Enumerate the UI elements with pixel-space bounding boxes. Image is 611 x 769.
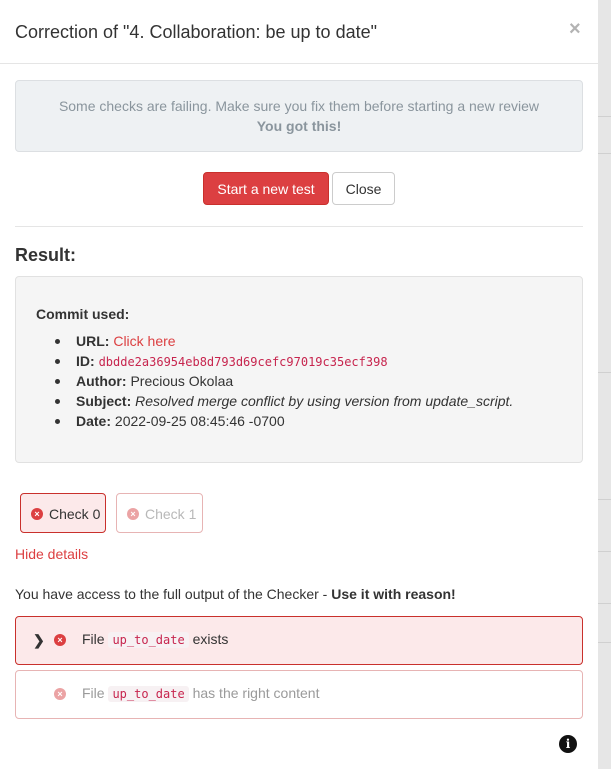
divider (15, 226, 583, 227)
commit-info-panel: Commit used: URL: Click here ID: dbdde2a… (15, 276, 583, 463)
commit-id: ID: dbdde2a36954eb8d793d69cefc97019c35ec… (53, 351, 513, 371)
result-suffix: exists (192, 631, 229, 647)
commit-url-link[interactable]: Click here (113, 333, 175, 349)
correction-modal: Correction of "4. Collaboration: be up t… (0, 0, 598, 769)
modal-title: Correction of "4. Collaboration: be up t… (15, 22, 377, 42)
date-label: Date: (76, 413, 112, 429)
commit-label: Commit used: (36, 306, 130, 322)
date-value: 2022-09-25 08:45:46 -0700 (114, 413, 285, 429)
commit-author: Author: Precious Okolaa (53, 371, 513, 391)
author-value: Precious Okolaa (130, 373, 234, 389)
result-heading: Result: (15, 245, 77, 265)
check-0-button[interactable]: × Check 0 (20, 493, 106, 533)
alert-message: Some checks are failing. Make sure you f… (58, 98, 540, 114)
hide-details-link[interactable]: Hide details (15, 546, 88, 562)
check-result-row: × File up_to_date has the right content (15, 670, 583, 719)
chevron-right-icon[interactable]: ❯ (33, 632, 45, 649)
check-0-label: Check 0 (49, 506, 101, 522)
alert-encouragement: You got this! (256, 118, 342, 134)
result-filename: up_to_date (108, 632, 189, 648)
result-filename: up_to_date (108, 686, 189, 702)
subject-label: Subject: (76, 393, 132, 409)
access-text: You have access to the full output of th… (15, 586, 332, 602)
url-label: URL: (76, 333, 110, 349)
check-result-row[interactable]: ❯ × File up_to_date exists (15, 616, 583, 665)
commit-id-value: dbdde2a36954eb8d793d69cefc97019c35ecf398 (98, 355, 388, 369)
start-new-test-button[interactable]: Start a new test (203, 172, 329, 205)
commit-subject: Subject: Resolved merge conflict by usin… (53, 391, 513, 411)
close-button[interactable]: Close (332, 172, 395, 205)
result-prefix: File (82, 631, 105, 647)
close-icon[interactable]: × (569, 19, 581, 39)
x-circle-icon: × (54, 634, 66, 646)
subject-value: Resolved merge conflict by using version… (135, 393, 514, 409)
result-suffix: has the right content (192, 685, 320, 701)
id-label: ID: (76, 353, 95, 369)
author-label: Author: (76, 373, 127, 389)
commit-details: URL: Click here ID: dbdde2a36954eb8d793d… (53, 331, 513, 431)
page-backdrop (598, 0, 611, 769)
modal-header: Correction of "4. Collaboration: be up t… (0, 0, 598, 64)
access-notice: You have access to the full output of th… (15, 586, 456, 602)
check-result-text: File up_to_date exists (82, 631, 229, 648)
access-emphasis: Use it with reason! (331, 586, 456, 602)
info-icon[interactable]: i (559, 735, 577, 753)
commit-url: URL: Click here (53, 331, 513, 351)
check-1-button[interactable]: × Check 1 (116, 493, 203, 533)
failing-checks-alert: Some checks are failing. Make sure you f… (15, 80, 583, 152)
x-circle-icon: × (31, 508, 43, 520)
x-circle-icon: × (54, 688, 66, 700)
check-result-text: File up_to_date has the right content (82, 685, 320, 702)
commit-date: Date: 2022-09-25 08:45:46 -0700 (53, 411, 513, 431)
x-circle-icon: × (127, 508, 139, 520)
check-1-label: Check 1 (145, 506, 197, 522)
result-prefix: File (82, 685, 105, 701)
